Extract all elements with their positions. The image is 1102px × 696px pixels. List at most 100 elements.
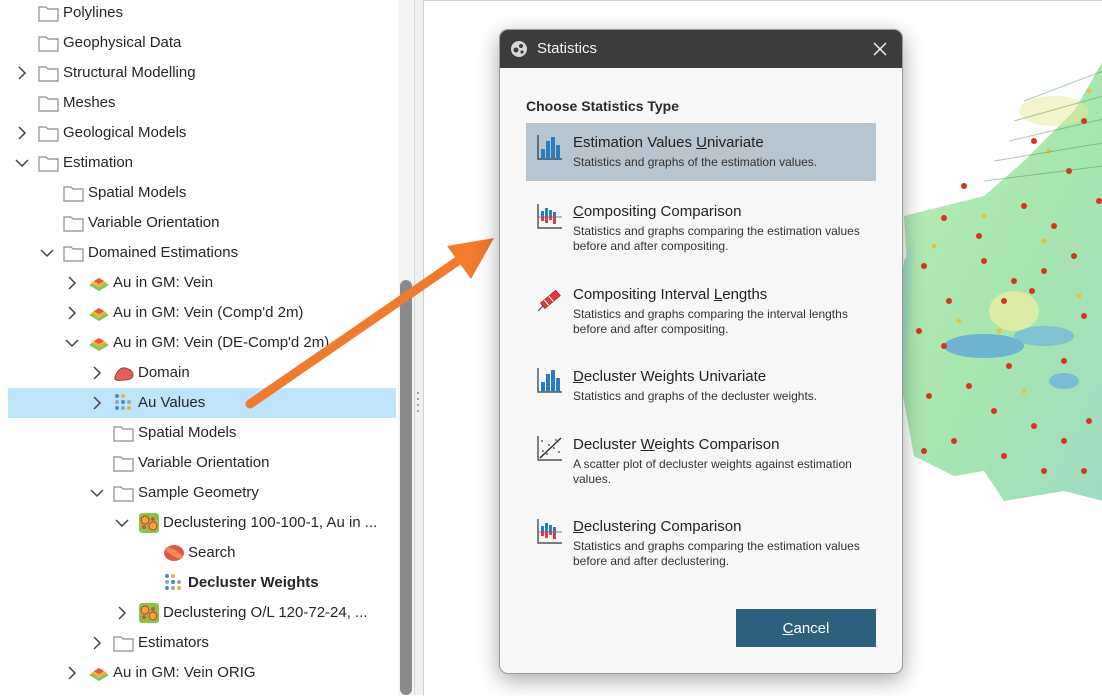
option-decluster-weights-univariate[interactable]: Decluster Weights Univariate Statistics …: [526, 356, 876, 412]
tree-item-label: Au in GM: Vein (Comp'd 2m): [113, 304, 304, 321]
project-tree: Polylines Geophysical Data Structural Mo…: [0, 0, 398, 695]
chevron-down-icon[interactable]: [115, 516, 129, 530]
close-button[interactable]: [866, 35, 894, 63]
tree-item-estimators[interactable]: Estimators: [8, 628, 396, 658]
comparison-chart-icon: [537, 204, 562, 229]
tree-item-spatial-models-2[interactable]: Spatial Models: [8, 418, 396, 448]
folder-icon: [63, 216, 84, 232]
tree-item-sample-geometry[interactable]: Sample Geometry: [8, 478, 396, 508]
tree-item-declustering-ol[interactable]: Declustering O/L 120-72-24, ...: [8, 598, 396, 628]
folder-icon: [38, 156, 59, 172]
tree-item-label: Au in GM: Vein (DE-Comp'd 2m): [113, 334, 330, 351]
points-icon: [165, 574, 181, 590]
tree-item-variable-orientation-2[interactable]: Variable Orientation: [8, 448, 396, 478]
tree-item-geophysical-data[interactable]: Geophysical Data: [8, 28, 396, 58]
dialog-titlebar[interactable]: Statistics: [500, 30, 902, 68]
comparison-chart-icon: [537, 519, 562, 544]
chevron-down-icon[interactable]: [65, 336, 79, 350]
folder-icon: [63, 246, 84, 262]
pane-splitter[interactable]: [414, 0, 423, 695]
close-icon: [873, 42, 887, 56]
tree-item-label: Geophysical Data: [63, 34, 182, 51]
tree-item-label: Au Values: [138, 394, 206, 411]
folder-icon: [38, 6, 59, 22]
tree-item-geological-models[interactable]: Geological Models: [8, 118, 396, 148]
app-logo-icon: [511, 41, 527, 57]
tree-item-estimation[interactable]: Estimation: [8, 148, 396, 178]
tree-item-au-in-gm-vein-orig[interactable]: Au in GM: Vein ORIG: [8, 658, 396, 688]
chevron-down-icon[interactable]: [90, 486, 104, 500]
tree-item-label: Spatial Models: [88, 184, 187, 201]
splitter-grip-icon: [417, 392, 419, 412]
dialog-title: Statistics: [537, 40, 598, 57]
chevron-right-icon[interactable]: [90, 366, 104, 380]
option-title: Decluster Weights Univariate: [573, 368, 767, 385]
chevron-right-icon[interactable]: [90, 636, 104, 650]
option-title: Declustering Comparison: [573, 518, 742, 535]
tree-scrollbar-thumb[interactable]: [400, 280, 412, 695]
domained-estimation-icon: [89, 338, 109, 351]
tree-item-domained-estimations[interactable]: Domained Estimations: [8, 238, 396, 268]
tree-item-au-in-gm-vein[interactable]: Au in GM: Vein: [8, 268, 396, 298]
folder-icon: [113, 456, 134, 472]
tree-item-label: Polylines: [63, 4, 124, 21]
tree-item-declustering-100[interactable]: Declustering 100-100-1, Au in ...: [8, 508, 396, 538]
declustering-icon: [139, 603, 159, 623]
histogram-icon: [537, 135, 562, 160]
tree-item-label: Geological Models: [63, 124, 187, 141]
option-compositing-interval-lengths[interactable]: Compositing Interval Lengths Statistics …: [526, 273, 876, 343]
tree-item-au-in-gm-vein-de-compd-2m[interactable]: Au in GM: Vein (DE-Comp'd 2m): [8, 328, 396, 358]
option-declustering-comparison[interactable]: Declustering Comparison Statistics and g…: [526, 505, 876, 575]
tree-item-label: Structural Modelling: [63, 64, 196, 81]
chevron-down-icon[interactable]: [40, 246, 54, 260]
tree-item-label: Sample Geometry: [138, 484, 259, 501]
option-estimation-values-univariate[interactable]: Estimation Values Univariate Statistics …: [526, 123, 876, 181]
option-description: Statistics and graphs of the decluster w…: [573, 389, 818, 403]
tree-item-au-values[interactable]: Au Values: [8, 388, 396, 418]
tree-item-search[interactable]: Search: [8, 538, 396, 568]
tree-item-label: Decluster Weights: [188, 574, 319, 591]
option-description: Statistics and graphs comparing the esti…: [573, 224, 860, 253]
folder-icon: [63, 186, 84, 202]
cancel-button[interactable]: Cancel: [736, 609, 876, 647]
chevron-down-icon[interactable]: [15, 156, 29, 170]
chevron-right-icon[interactable]: [65, 276, 79, 290]
scatter-plot-icon: [537, 436, 562, 461]
tree-item-label: Spatial Models: [138, 424, 237, 441]
chevron-right-icon[interactable]: [65, 666, 79, 680]
tree-item-decluster-weights[interactable]: Decluster Weights: [8, 568, 396, 598]
tree-item-label: Variable Orientation: [138, 454, 270, 471]
domained-estimation-icon: [89, 668, 109, 681]
chevron-right-icon[interactable]: [15, 66, 29, 80]
tree-item-meshes[interactable]: Meshes: [8, 88, 396, 118]
tree-item-label: Estimators: [138, 634, 209, 651]
folder-icon: [38, 96, 59, 112]
option-description: A scatter plot of decluster weights agai…: [573, 457, 852, 486]
tree-item-label: Domain: [138, 364, 190, 381]
option-title: Estimation Values Univariate: [573, 134, 764, 151]
tree-item-label: Domained Estimations: [88, 244, 239, 261]
points-icon: [115, 394, 131, 410]
chevron-right-icon[interactable]: [115, 606, 129, 620]
chevron-right-icon[interactable]: [15, 126, 29, 140]
tree-item-polylines[interactable]: Polylines: [8, 0, 396, 28]
tree-item-domain[interactable]: Domain: [8, 358, 396, 388]
search-ellipsoid-icon: [164, 545, 184, 561]
domain-icon: [114, 367, 134, 381]
tree-item-variable-orientation[interactable]: Variable Orientation: [8, 208, 396, 238]
tree-item-spatial-models[interactable]: Spatial Models: [8, 178, 396, 208]
tree-item-structural-modelling[interactable]: Structural Modelling: [8, 58, 396, 88]
option-decluster-weights-comparison[interactable]: Decluster Weights Comparison A scatter p…: [526, 424, 876, 494]
chevron-right-icon[interactable]: [65, 306, 79, 320]
folder-icon: [113, 426, 134, 442]
option-title: Compositing Comparison: [573, 203, 742, 220]
interval-lengths-icon: [537, 289, 561, 312]
folder-icon: [38, 126, 59, 142]
section-heading: Choose Statistics Type: [526, 98, 680, 114]
tree-item-au-in-gm-vein-compd-2m[interactable]: Au in GM: Vein (Comp'd 2m): [8, 298, 396, 328]
tree-item-label: Au in GM: Vein ORIG: [113, 664, 256, 681]
option-description: Statistics and graphs comparing the inte…: [573, 307, 848, 336]
histogram-icon: [537, 368, 562, 393]
option-compositing-comparison[interactable]: Compositing Comparison Statistics and gr…: [526, 190, 876, 260]
chevron-right-icon[interactable]: [90, 396, 104, 410]
